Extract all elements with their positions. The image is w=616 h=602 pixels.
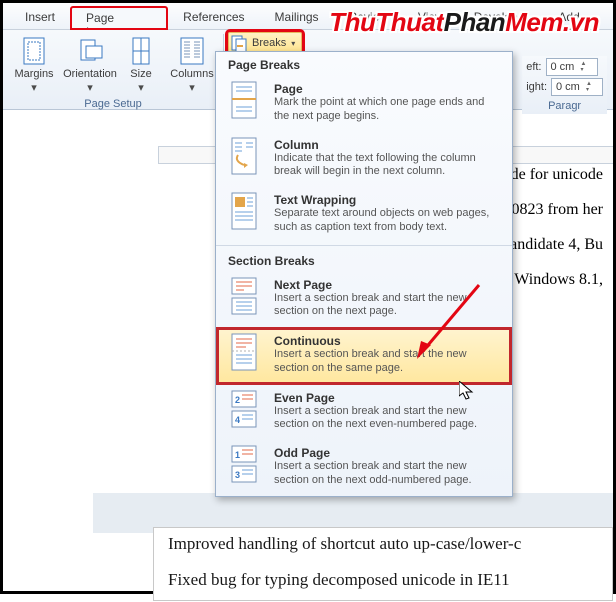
break-odd-page[interactable]: 13 Odd PageInsert a section break and st… [216,440,512,496]
break-text-wrapping[interactable]: Text WrappingSeparate text around object… [216,187,512,243]
svg-text:2: 2 [235,395,240,405]
indent-controls: eft: 0 cm▲▾ ight: 0 cm▲▾ Paragr [522,56,607,114]
continuous-icon [230,333,264,371]
text-wrapping-icon [230,192,264,230]
tab-insert[interactable]: Insert [11,7,69,29]
doc-text: Improved handling of shortcut auto up-ca… [154,528,612,564]
margins-icon [19,36,49,66]
break-column[interactable]: ColumnIndicate that the text following t… [216,132,512,188]
watermark: ThuThuatPhanMem.vn [329,7,599,38]
margins-button[interactable]: Margins▾ [9,34,59,96]
even-page-icon: 24 [230,390,264,428]
next-page-icon [230,277,264,315]
section-breaks-header: Section Breaks [216,248,512,272]
doc-text: 40823 from her [503,201,603,219]
svg-text:4: 4 [235,415,240,425]
svg-text:1: 1 [235,450,240,460]
doc-text: n Windows 8.1, [503,271,603,289]
doc-text: Fixed bug for typing decomposed unicode … [154,564,612,600]
page-breaks-header: Page Breaks [216,52,512,76]
indent-right-input[interactable]: 0 cm▲▾ [551,78,603,96]
indent-right-label: ight: [526,81,547,93]
mouse-cursor [459,381,479,401]
orientation-button[interactable]: Orientation▾ [65,34,115,96]
column-break-icon [230,137,264,175]
doc-text: Candidate 4, Bu [499,236,603,254]
tab-references[interactable]: References [169,7,258,29]
doc-text: ode for unicode [503,166,603,184]
orientation-icon [75,36,105,66]
svg-text:3: 3 [235,470,240,480]
tab-page-layout[interactable]: Page Layout [71,7,167,29]
breaks-icon [231,35,247,51]
page-setup-group-label: Page Setup [84,96,142,110]
columns-button[interactable]: Columns▾ [167,34,217,96]
odd-page-icon: 13 [230,445,264,483]
size-button[interactable]: Size▾ [121,34,161,96]
tab-mailings[interactable]: Mailings [261,7,333,29]
breaks-dropdown: Page Breaks PageMark the point at which … [215,51,513,497]
size-icon [126,36,156,66]
document-page-2: Improved handling of shortcut auto up-ca… [153,527,613,601]
page-break-icon [230,81,264,119]
indent-left-label: eft: [526,61,541,73]
break-page[interactable]: PageMark the point at which one page end… [216,76,512,132]
indent-left-input[interactable]: 0 cm▲▾ [546,58,598,76]
columns-icon [177,36,207,66]
arrow-annotation [411,281,491,381]
paragraph-group-label: Paragr [526,98,603,112]
